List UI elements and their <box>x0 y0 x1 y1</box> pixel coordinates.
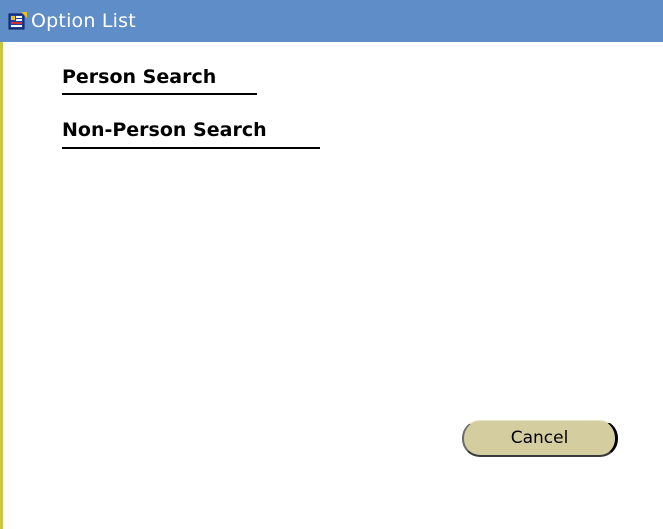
person-search-underline <box>62 93 257 95</box>
app-icon <box>8 11 28 31</box>
non-person-search-option[interactable]: Non-Person Search <box>62 121 267 140</box>
title-bar: Option List <box>0 0 663 42</box>
person-search-option[interactable]: Person Search <box>62 68 216 87</box>
cancel-button-label: Cancel <box>510 427 569 448</box>
cancel-button[interactable]: Cancel <box>462 420 618 457</box>
non-person-search-underline <box>62 147 320 149</box>
window-left-edge <box>0 42 3 529</box>
window-title: Option List <box>31 9 136 32</box>
option-list-window: Option List Person Search Non-Person Sea… <box>0 0 663 529</box>
